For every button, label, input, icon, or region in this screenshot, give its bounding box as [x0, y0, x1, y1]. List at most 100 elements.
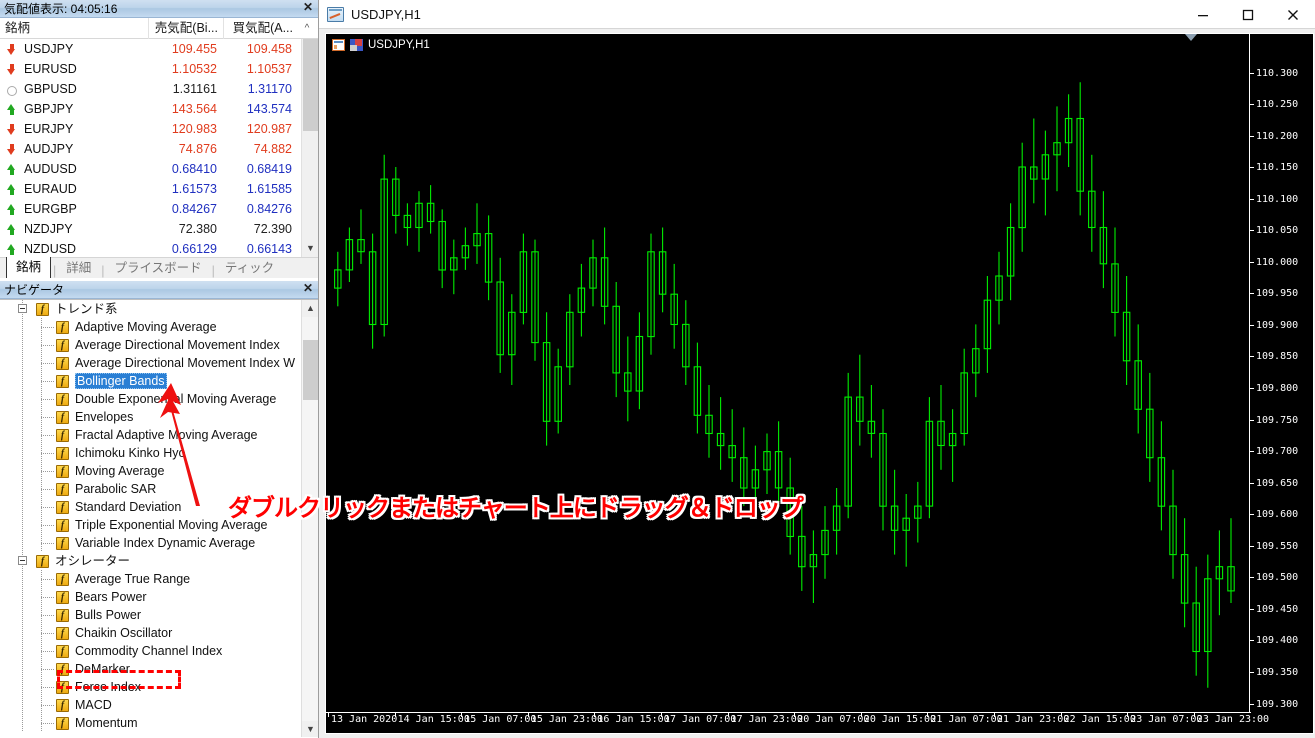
tree-item-row[interactable]: f Average True Range	[0, 570, 318, 588]
tree-elbow	[41, 615, 54, 616]
symbol-cell: GBPUSD	[0, 82, 148, 96]
tick-value: 109.400	[1256, 635, 1299, 647]
market-watch-row[interactable]: EURGBP 0.84267 0.84276	[0, 199, 318, 219]
column-header-bid[interactable]: 売気配(Bi...	[148, 17, 223, 39]
tree-item-label: Envelopes	[75, 410, 134, 424]
tick-value: 109.850	[1256, 351, 1299, 363]
tick-mark	[1250, 640, 1254, 642]
tree-item-label: Average Directional Movement Index	[75, 338, 280, 352]
symbol-cell: USDJPY	[0, 42, 148, 56]
price-tick-label: 110.100	[1250, 193, 1298, 205]
tick-value: 109.750	[1256, 414, 1299, 426]
tree-guide	[22, 444, 23, 462]
price-axis[interactable]: 110.300 110.250 110.200 110.150 110.100 110.0…	[1249, 34, 1313, 733]
market-watch-row[interactable]: AUDJPY 74.876 74.882	[0, 139, 318, 159]
price-tick-label: 109.500	[1250, 572, 1298, 584]
tree-item-row[interactable]: f Bears Power	[0, 588, 318, 606]
tree-item-row[interactable]: f Ichimoku Kinko Hyo	[0, 444, 318, 462]
down-arrow-icon	[6, 143, 17, 155]
tree-item-row[interactable]: f Envelopes	[0, 408, 318, 426]
tree-item-row[interactable]: f Adaptive Moving Average	[0, 318, 318, 336]
indicator-function-icon: f	[36, 555, 49, 568]
column-header-symbol[interactable]: 銘柄	[0, 18, 148, 39]
symbol-cell: EURUSD	[0, 62, 148, 76]
time-tick-label: 21 Jan 07:00	[930, 714, 1003, 725]
tree-item-row[interactable]: f Average Directional Movement Index W	[0, 354, 318, 372]
tree-elbow	[41, 597, 54, 598]
market-watch-scroll-thumb[interactable]	[303, 39, 318, 131]
market-watch-tab-2[interactable]: プライスボード	[107, 256, 210, 278]
tree-guide	[22, 426, 23, 444]
tree-item-row[interactable]: f DeMarker	[0, 660, 318, 678]
tick-value: 109.700	[1256, 446, 1299, 458]
indicator-function-icon: f	[56, 645, 69, 658]
tree-expander-icon[interactable]	[18, 556, 27, 565]
market-watch-row[interactable]: USDJPY 109.455 109.458	[0, 39, 318, 59]
market-watch-row[interactable]: AUDUSD 0.68410 0.68419	[0, 159, 318, 179]
market-watch-row[interactable]: EURAUD 1.61573 1.61585	[0, 179, 318, 199]
column-header-ask[interactable]: 買気配(A...	[223, 17, 298, 39]
market-watch-row[interactable]: NZDUSD 0.66129 0.66143	[0, 239, 318, 257]
tree-guide	[22, 678, 23, 696]
tree-elbow	[41, 543, 54, 544]
tree-item-row[interactable]: f Commodity Channel Index	[0, 642, 318, 660]
up-arrow-icon	[6, 163, 17, 175]
tree-item-label: トレンド系	[55, 302, 118, 316]
tree-elbow	[41, 489, 54, 490]
tree-item-row[interactable]: f Average Directional Movement Index	[0, 336, 318, 354]
market-watch-tab-3[interactable]: ティック	[217, 256, 282, 278]
bid-cell: 0.66129	[171, 242, 217, 256]
market-watch-scroll-up-icon[interactable]: ^	[298, 18, 316, 39]
market-watch-row[interactable]: EURUSD 1.10532 1.10537	[0, 59, 318, 79]
symbol-name: GBPUSD	[24, 82, 77, 96]
tree-item-row[interactable]: f Bollinger Bands	[0, 372, 318, 390]
market-watch-scrollbar[interactable]: ▼	[301, 39, 318, 257]
navigator-close-icon[interactable]: ✕	[301, 282, 315, 296]
tree-elbow	[41, 525, 54, 526]
market-watch-tab-0[interactable]: 銘柄	[6, 254, 52, 278]
scroll-up-icon[interactable]: ▲	[302, 300, 318, 317]
tree-item-row[interactable]: f Bulls Power	[0, 606, 318, 624]
tree-expander-icon[interactable]	[18, 304, 27, 313]
tree-item-row[interactable]: f Momentum	[0, 714, 318, 732]
chart-canvas-frame[interactable]: USDJPY,H1 110.300 110.250 110.200 110.150 11…	[325, 33, 1314, 734]
maximize-button[interactable]	[1225, 0, 1270, 29]
data-window-icon	[332, 39, 345, 51]
market-watch-row[interactable]: GBPUSD 1.31161 1.31170	[0, 79, 318, 99]
chart-window-titlebar[interactable]: USDJPY,H1	[319, 0, 1315, 29]
scroll-down-icon[interactable]: ▼	[302, 721, 318, 737]
tree-group-row[interactable]: f トレンド系	[0, 300, 318, 318]
time-tick-label: 22 Jan 15:00	[1063, 714, 1136, 725]
tree-item-row[interactable]: f Double Exponential Moving Average	[0, 390, 318, 408]
close-button[interactable]	[1270, 0, 1315, 29]
tree-item-row[interactable]: f MACD	[0, 696, 318, 714]
market-watch-row[interactable]: GBPJPY 143.564 143.574	[0, 99, 318, 119]
tree-group-row[interactable]: f オシレーター	[0, 552, 318, 570]
tree-item-label: MACD	[75, 698, 112, 712]
tick-value: 110.300	[1256, 67, 1299, 79]
tree-elbow	[41, 705, 54, 706]
tree-item-row[interactable]: f Variable Index Dynamic Average	[0, 534, 318, 552]
tick-mark	[1250, 514, 1254, 516]
left-docked-panels: 気配値表示: 04:05:16 ✕ 銘柄 売気配(Bi... 買気配(A... …	[0, 0, 318, 738]
market-watch-row[interactable]: EURJPY 120.983 120.987	[0, 119, 318, 139]
tree-guide	[22, 606, 23, 624]
scroll-down-icon[interactable]: ▼	[302, 240, 318, 257]
market-watch-tab-1[interactable]: 詳細	[58, 256, 99, 278]
tree-item-row[interactable]: f Force Index	[0, 678, 318, 696]
tree-guide	[22, 624, 23, 642]
candlestick-series	[334, 82, 1235, 688]
market-watch-row[interactable]: NZDJPY 72.380 72.390	[0, 219, 318, 239]
navigator-scroll-thumb[interactable]	[303, 340, 318, 400]
tree-item-row[interactable]: f Moving Average	[0, 462, 318, 480]
minimize-button[interactable]	[1180, 0, 1225, 29]
time-axis[interactable]: 13 Jan 2020 14 Jan 15:00 15 Jan 07:00 15 Ja…	[326, 712, 1269, 733]
chevron-down-icon[interactable]	[1185, 34, 1197, 41]
tree-item-row[interactable]: f Chaikin Oscillator	[0, 624, 318, 642]
tree-item-label: Moving Average	[75, 464, 165, 478]
up-arrow-icon	[6, 243, 17, 255]
tree-item-row[interactable]: f Fractal Adaptive Moving Average	[0, 426, 318, 444]
indicator-function-icon: f	[56, 393, 69, 406]
chart-window: USDJPY,H1 USDJPY,H1 110.300 110.250 110.…	[318, 0, 1315, 738]
market-watch-close-icon[interactable]: ✕	[301, 1, 315, 15]
